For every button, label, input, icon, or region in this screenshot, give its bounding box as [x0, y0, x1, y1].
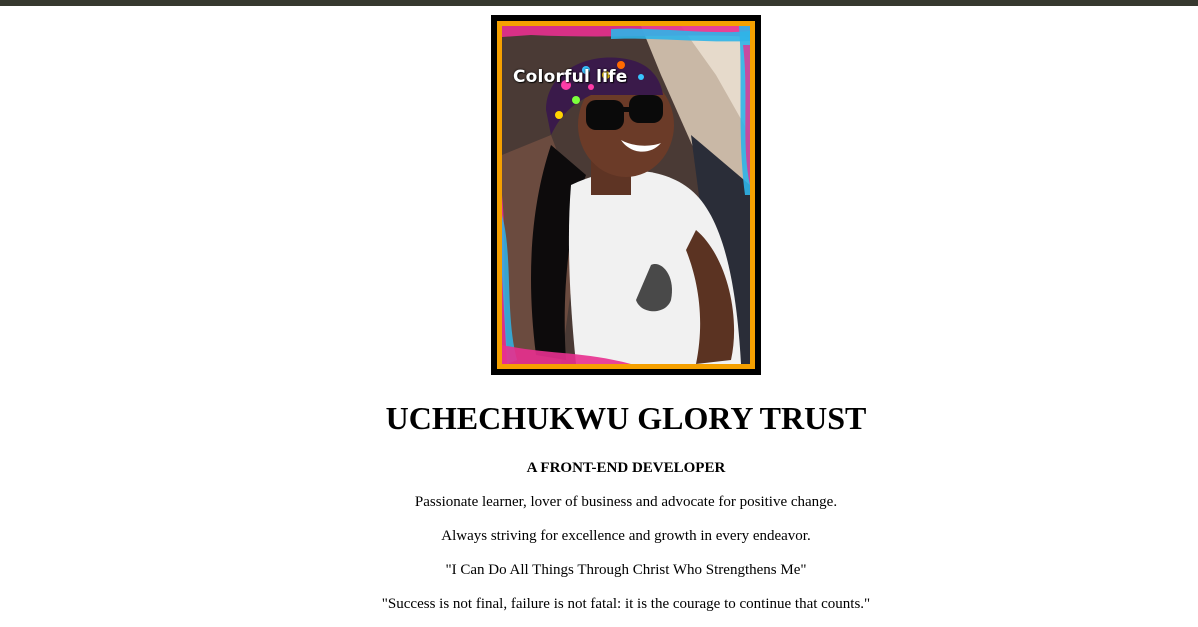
bio-line: Passionate learner, lover of business an… — [414, 494, 838, 510]
quote-line: "I Can Do All Things Through Christ Who … — [445, 562, 807, 578]
profile-role: A FRONT-END DEVELOPER — [526, 460, 726, 476]
top-bar — [0, 0, 1198, 6]
profile-name: UCHECHUKWU GLORY TRUST — [385, 400, 867, 436]
bio-line: Always striving for excellence and growt… — [441, 528, 811, 544]
quote-line: "Success is not final, failure is not fa… — [381, 596, 871, 612]
photo-caption: Colorful life — [513, 67, 628, 87]
profile-photo: Colorful life — [491, 15, 761, 375]
